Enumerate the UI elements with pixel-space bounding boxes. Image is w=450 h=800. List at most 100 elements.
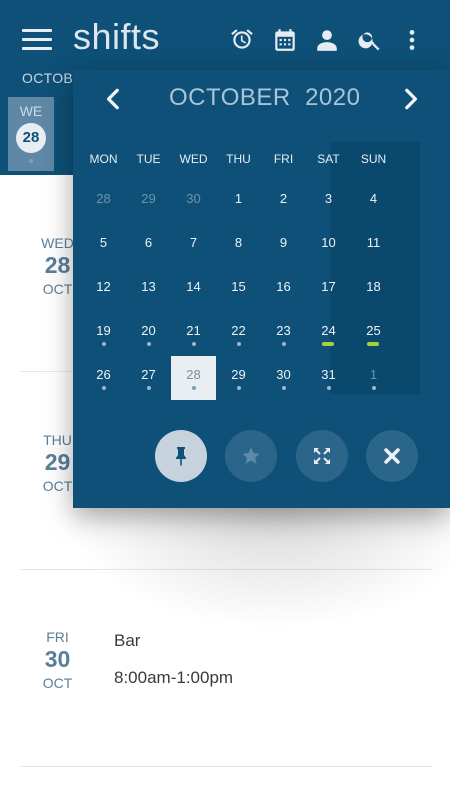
calendar-day-number: 31 [321,367,336,382]
calendar-day-number: 9 [279,235,288,250]
calendar-day[interactable]: 16 [261,268,306,312]
calendar-day[interactable]: 28 [81,180,126,224]
calendar-day[interactable]: 30 [171,180,216,224]
close-icon [384,448,400,464]
expand-icon [314,448,330,464]
shift-dot [102,386,106,390]
person-icon[interactable] [314,27,340,53]
menu-icon[interactable] [22,29,52,51]
toolbar: shifts [0,0,450,70]
calendar-day[interactable]: 6 [126,224,171,268]
agenda-date: FRI 30 OCT [20,629,95,691]
calendar-day-number: 7 [189,235,198,250]
weekday-label: SAT [317,152,340,166]
divider [20,766,432,767]
calendar-day-number: 29 [141,191,156,206]
calendar-day[interactable]: 5 [81,224,126,268]
chevron-left-icon[interactable] [101,86,127,112]
shift-dot [282,342,286,346]
calendar-day[interactable]: 20 [126,312,171,356]
calendar-day-number: 27 [141,367,156,382]
calendar-day[interactable]: 3 [306,180,351,224]
weekday-label: TUE [136,152,161,166]
calendar-day[interactable]: 1 [351,356,396,400]
expand-button[interactable] [296,430,348,482]
pin-button[interactable] [155,430,207,482]
calendar-header: OCTOBER 2020 [73,70,450,130]
calendar-day[interactable]: 15 [216,268,261,312]
shift-dot [192,386,196,390]
calendar-day[interactable]: 22 [216,312,261,356]
calendar-day[interactable]: 23 [261,312,306,356]
shift-time: 8:00am-1:00pm [114,668,234,687]
calendar-day[interactable]: 25 [351,312,396,356]
calendar-day[interactable]: 18 [351,268,396,312]
week-day-name: WE [19,103,43,119]
calendar-day-number: 13 [141,279,156,294]
star-button[interactable] [225,430,277,482]
shift-dot [372,386,376,390]
calendar-day-number: 22 [231,323,246,338]
calendar-actions [73,430,450,484]
calendar-day-number: 8 [234,235,243,250]
calendar-day-number: 11 [366,235,381,250]
calendar-day[interactable]: 29 [216,356,261,400]
more-vert-icon[interactable] [399,27,425,53]
agenda-month: OCT [42,675,73,691]
calendar-day-number: 30 [186,191,201,206]
week-day-number: 28 [16,123,46,153]
calendar-day[interactable]: 29 [126,180,171,224]
shift-marker [367,342,379,346]
calendar-day-number: 12 [96,279,111,294]
search-icon[interactable] [357,27,383,53]
calendar-day-number: 3 [324,191,333,206]
calendar-day-number: 2 [279,191,288,206]
shift-dot [29,159,33,163]
shift-title[interactable]: Bar [114,631,140,651]
calendar-day[interactable]: 17 [306,268,351,312]
pin-icon [176,447,186,466]
calendar-day[interactable]: 8 [216,224,261,268]
agenda-day[interactable]: FRI 30 OCT [20,629,432,699]
calendar-day-number: 21 [186,323,201,338]
calendar-day[interactable]: 21 [171,312,216,356]
calendar-day[interactable]: 9 [261,224,306,268]
calendar-day[interactable]: 7 [171,224,216,268]
calendar-day[interactable]: 27 [126,356,171,400]
calendar-day[interactable]: 19 [81,312,126,356]
calendar-day-number: 1 [369,367,378,382]
week-strip-day[interactable]: WE 28 [8,97,54,171]
weekday-label: MON [89,152,118,166]
close-button[interactable] [366,430,418,482]
calendar-grid: MON TUE WED THU FRI SAT SUN 28 29 30 1 2 3 4 5 6 7 8 9 10 1… [81,142,441,400]
chevron-right-icon[interactable] [397,86,423,112]
calendar-icon[interactable] [272,27,298,53]
calendar-day[interactable]: 2 [261,180,306,224]
calendar-day-number: 17 [321,279,336,294]
weekday-label: THU [226,152,251,166]
calendar-day[interactable]: 24 [306,312,351,356]
calendar-week-row: 26 27 28 29 30 31 1 [81,356,441,400]
calendar-week-row: 5 6 7 8 9 10 11 [81,224,441,268]
calendar-day[interactable]: 31 [306,356,351,400]
shift-dot [192,342,196,346]
weekday-label: FRI [273,152,294,166]
calendar-day[interactable]: 12 [81,268,126,312]
star-icon [242,447,260,464]
calendar-day[interactable]: 1 [216,180,261,224]
calendar-day-today[interactable]: 28 [171,356,216,400]
calendar-day[interactable]: 4 [351,180,396,224]
calendar-day-number: 5 [99,235,108,250]
alarm-icon[interactable] [229,27,255,53]
calendar-day-number: 1 [234,191,243,206]
calendar-day[interactable]: 13 [126,268,171,312]
calendar-day-number: 6 [144,235,153,250]
calendar-day-number: 28 [186,367,201,382]
calendar-day[interactable]: 30 [261,356,306,400]
calendar-day[interactable]: 11 [351,224,396,268]
calendar-day[interactable]: 14 [171,268,216,312]
shift-dot [147,386,151,390]
calendar-day[interactable]: 10 [306,224,351,268]
calendar-day[interactable]: 26 [81,356,126,400]
calendar-month-title: OCTOBER 2020 [169,84,361,111]
